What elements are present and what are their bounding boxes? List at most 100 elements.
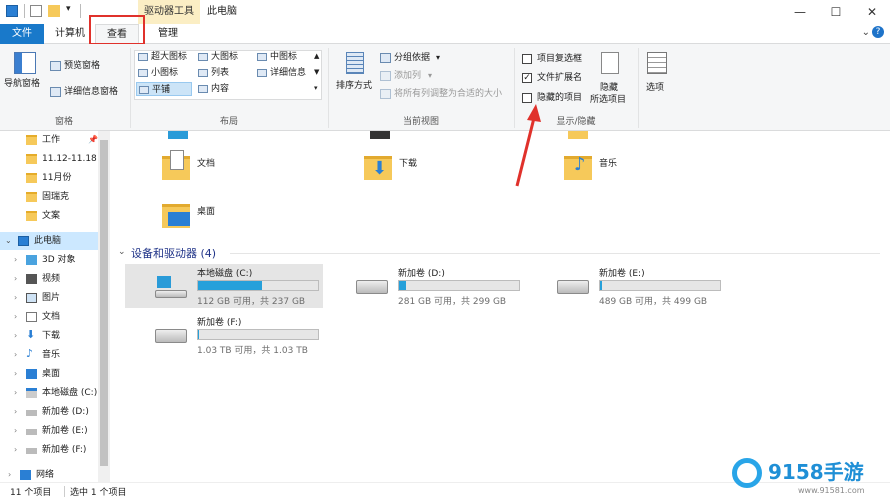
- layout-small-icons[interactable]: 小图标: [136, 66, 178, 80]
- collapse-ribbon-icon[interactable]: ⌄: [862, 27, 870, 38]
- drive-tile-f[interactable]: 新加卷 (F:) 1.03 TB 可用，共 1.03 TB: [125, 313, 323, 357]
- tab-file[interactable]: 文件: [0, 24, 44, 44]
- group-by-icon: [380, 53, 391, 63]
- options-label: 选项: [646, 83, 665, 93]
- nav-scrollbar-thumb[interactable]: [100, 140, 108, 466]
- 3d-objects-icon[interactable]: [168, 131, 188, 139]
- drive-tools-context-label: 驱动器工具: [138, 0, 200, 24]
- file-extensions-label: 文件扩展名: [537, 73, 583, 83]
- site-watermark: 9158手游 www.91581.com: [718, 448, 890, 500]
- expand-arrow-icon[interactable]: ›: [14, 365, 17, 383]
- download-arrow-icon: ⬇: [26, 328, 36, 341]
- expand-arrow-icon[interactable]: ›: [14, 403, 17, 421]
- close-button[interactable]: ✕: [854, 0, 890, 24]
- size-all-columns-button[interactable]: 将所有列调整为合适的大小: [394, 88, 502, 100]
- drive-tile-d[interactable]: 新加卷 (D:) 281 GB 可用，共 299 GB: [326, 264, 524, 308]
- desktop-icon: [26, 369, 37, 379]
- folder-downloads[interactable]: ⬇ 下载: [362, 150, 512, 190]
- drive-tile-e[interactable]: 新加卷 (E:) 489 GB 可用，共 499 GB: [527, 264, 725, 308]
- nav-this-pc[interactable]: ⌄ 此电脑: [0, 232, 98, 250]
- minimize-button[interactable]: —: [782, 0, 818, 24]
- layout-list[interactable]: 列表: [196, 66, 229, 80]
- item-count: 11 个项目: [10, 488, 52, 498]
- devices-section-header[interactable]: 设备和驱动器 (4): [131, 245, 216, 261]
- preview-pane-button[interactable]: 预览窗格: [64, 60, 100, 72]
- videos-icon[interactable]: [370, 131, 390, 139]
- watermark-brand: 9158手游: [768, 460, 864, 484]
- item-checkboxes-label: 项目复选框: [537, 54, 583, 64]
- watermark-url: www.91581.com: [798, 486, 865, 495]
- layout-extra-large-icons[interactable]: 超大图标: [136, 50, 187, 64]
- current-view-group-label: 当前视图: [402, 117, 439, 127]
- hide-selected-label-2: 所选项目: [590, 95, 627, 105]
- group-by-button[interactable]: 分组依据: [394, 52, 430, 64]
- expand-arrow-icon[interactable]: ›: [14, 384, 17, 402]
- tiles-icon: [139, 86, 149, 94]
- details-icon: [257, 69, 267, 77]
- network-icon: [20, 470, 31, 480]
- drive-free-space: 1.03 TB 可用，共 1.03 TB: [197, 346, 308, 356]
- layout-tiles[interactable]: 平铺: [136, 82, 192, 96]
- separator: [64, 486, 65, 497]
- separator: [638, 48, 639, 128]
- folder-label: 文档: [197, 159, 216, 169]
- folder-label: 下载: [399, 159, 418, 169]
- layout-details[interactable]: 详细信息: [255, 66, 306, 80]
- expand-arrow-icon[interactable]: ›: [14, 270, 17, 288]
- add-columns-dropdown-icon[interactable]: ▾: [428, 71, 432, 80]
- layout-large-icons[interactable]: 大图标: [196, 50, 238, 64]
- panes-group-label: 窗格: [54, 117, 73, 127]
- group-by-dropdown-icon[interactable]: ▾: [436, 53, 440, 62]
- add-columns-button[interactable]: 添加列: [394, 70, 421, 82]
- layout-medium-icons[interactable]: 中图标: [255, 50, 297, 64]
- tab-manage[interactable]: 管理: [148, 24, 188, 44]
- separator: [24, 4, 25, 18]
- layout-scroll-down-icon[interactable]: ▼: [314, 68, 319, 76]
- expand-arrow-icon[interactable]: ›: [14, 251, 17, 269]
- item-checkboxes-checkbox[interactable]: [522, 54, 532, 64]
- drive-icon: [557, 280, 589, 294]
- nav-pane-button[interactable]: 导航窗格: [4, 48, 46, 108]
- options-button[interactable]: 选项: [642, 50, 672, 106]
- pictures-icon[interactable]: [568, 131, 588, 139]
- new-folder-icon[interactable]: [48, 5, 60, 17]
- drive-tile-c[interactable]: 本地磁盘 (C:) 112 GB 可用，共 237 GB: [125, 264, 323, 308]
- expand-arrow-icon[interactable]: ›: [14, 422, 17, 440]
- maximize-button[interactable]: ☐: [818, 0, 854, 24]
- expand-arrow-icon[interactable]: ›: [14, 327, 17, 345]
- drive-free-space: 489 GB 可用，共 499 GB: [599, 297, 708, 307]
- details-pane-button[interactable]: 详细信息窗格: [64, 86, 118, 98]
- hide-selected-label-1: 隐藏: [600, 83, 619, 93]
- computer-icon: [6, 5, 18, 17]
- music-note-icon: ♪: [26, 347, 34, 360]
- folder-music[interactable]: ♪ 音乐: [562, 150, 712, 190]
- navigation-pane: 工作 📌 11.12-11.18 11月份 固瑞克 文案 ⌄ 此电脑 › 3D 对象…: [0, 131, 110, 482]
- drive-usage-fill: [600, 281, 603, 290]
- expand-arrow-icon[interactable]: ›: [14, 346, 17, 364]
- cube-icon: [26, 255, 37, 265]
- windows-drive-icon: [26, 388, 37, 398]
- layout-content[interactable]: 内容: [196, 82, 229, 96]
- hide-selected-button[interactable]: 隐藏 所选项目: [588, 50, 634, 106]
- layout-more-icon[interactable]: ▾: [314, 84, 318, 92]
- expand-arrow-icon[interactable]: ›: [14, 441, 17, 459]
- layout-scroll-up-icon[interactable]: ▲: [314, 52, 319, 60]
- folder-documents[interactable]: 文档: [160, 150, 310, 190]
- file-extensions-checkbox[interactable]: ✓: [522, 73, 532, 83]
- quick-access-dropdown-icon[interactable]: ▾: [66, 4, 71, 14]
- section-collapse-icon[interactable]: ⌄: [118, 247, 126, 257]
- tab-computer[interactable]: 计算机: [50, 24, 90, 44]
- drive-name: 新加卷 (E:): [599, 269, 645, 279]
- folder-label: 桌面: [197, 207, 216, 217]
- details-pane-icon: [50, 87, 61, 97]
- separator: [80, 4, 81, 18]
- properties-icon[interactable]: [30, 5, 42, 17]
- help-icon[interactable]: ?: [872, 26, 884, 38]
- windows-drive-icon: [157, 276, 171, 288]
- drive-icon: [26, 448, 37, 454]
- folder-icon: [26, 154, 37, 164]
- expand-arrow-icon[interactable]: ›: [14, 289, 17, 307]
- expand-arrow-icon[interactable]: ›: [14, 308, 17, 326]
- folder-desktop[interactable]: 桌面: [160, 198, 310, 238]
- sort-by-button[interactable]: 排序方式: [334, 50, 374, 106]
